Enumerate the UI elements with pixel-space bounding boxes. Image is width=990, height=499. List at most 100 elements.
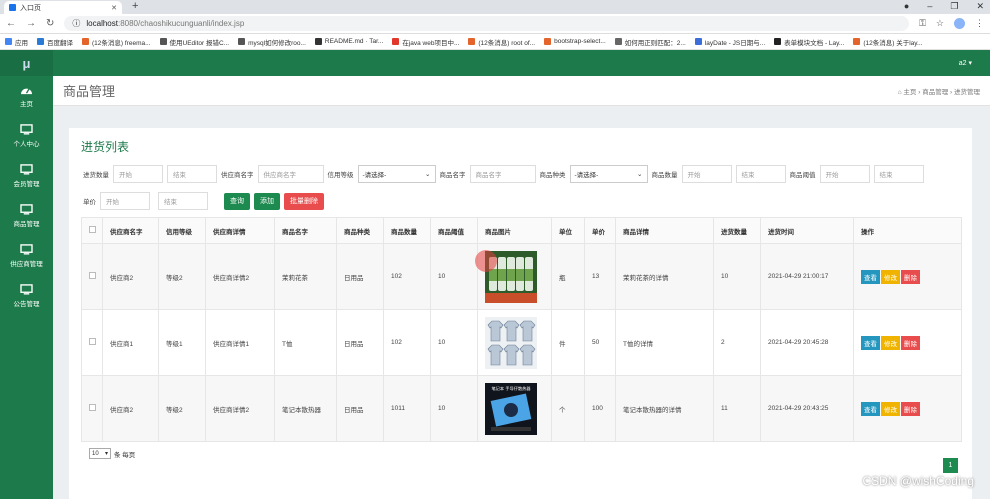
filter-input[interactable]: 结束: [167, 165, 217, 183]
product-image: 笔记本 手导仔散热器: [477, 375, 552, 442]
avatar[interactable]: [954, 18, 965, 29]
menu-icon[interactable]: ⋮: [975, 18, 984, 29]
batch-delete-button[interactable]: 批量删除: [284, 192, 324, 210]
view-button[interactable]: 查看: [861, 401, 880, 416]
sidebar-item-notices[interactable]: 公告管理: [0, 276, 53, 316]
filter-input[interactable]: 结束: [873, 165, 924, 183]
bookmark-item[interactable]: 使用UEditor 报错C...: [159, 37, 229, 47]
filter-input[interactable]: 开始: [819, 165, 870, 183]
cell-qty: 102: [383, 243, 431, 310]
cell-threshold: 10: [430, 309, 478, 376]
bookmark-icon: [392, 38, 400, 45]
tab-close-icon[interactable]: ✕: [111, 4, 117, 12]
row-checkbox[interactable]: [89, 272, 96, 279]
address-input[interactable]: ⓘ localhost:8080/chaoshikucunguanli/inde…: [64, 16, 910, 31]
row-checkbox[interactable]: [89, 404, 96, 411]
search-button[interactable]: 查询: [224, 192, 250, 210]
address-bar-row: ← → ↻ ⓘ localhost:8080/chaoshikucunguanl…: [0, 14, 990, 34]
filter-input[interactable]: 开始: [681, 165, 732, 183]
cursor-highlight: [475, 250, 497, 272]
forward-icon[interactable]: →: [26, 18, 36, 29]
price-end-input[interactable]: 结束: [158, 192, 208, 210]
page-size-select[interactable]: 10 ▾: [89, 448, 111, 459]
price-start-input[interactable]: 开始: [100, 192, 150, 210]
filter-input[interactable]: 结束: [735, 165, 786, 183]
filter-label: 商品数量: [651, 172, 678, 179]
bookmark-item[interactable]: README.md · Tar...: [314, 38, 384, 45]
reload-icon[interactable]: ↻: [46, 18, 54, 29]
info-icon[interactable]: ⓘ: [72, 18, 80, 29]
sidebar-item-home[interactable]: 主页: [0, 76, 53, 116]
bookmark-item[interactable]: 应用: [5, 37, 28, 47]
row-checkbox[interactable]: [89, 338, 96, 345]
delete-button[interactable]: 删除: [901, 401, 920, 416]
browser-tab[interactable]: 入口页 ✕: [4, 1, 122, 14]
filter-select[interactable]: -请选择- ⌄: [357, 165, 436, 183]
cell-supplier: 供应商1: [102, 309, 159, 376]
close-window-icon[interactable]: ✕: [976, 1, 984, 12]
filter-label: 商品阈值: [789, 172, 816, 179]
bookmark-item[interactable]: bootstrap-select...: [544, 38, 606, 45]
sidebar-item-profile[interactable]: 个人中心: [0, 116, 53, 156]
column-header: 商品图片: [477, 217, 552, 244]
sidebar-item-label: 供应商管理: [10, 261, 43, 268]
cell-threshold: 10: [430, 243, 478, 310]
product-image: [477, 309, 552, 376]
page-number-button[interactable]: 1: [943, 458, 958, 473]
bookmark-item[interactable]: (12条消息) 关于lay...: [853, 37, 922, 47]
bookmark-item[interactable]: mysql如何修改roo...: [238, 37, 306, 47]
bookmark-label: (12条消息) freema...: [92, 39, 151, 47]
edit-button[interactable]: 修改: [881, 335, 900, 350]
cell-unit: 件: [551, 309, 585, 376]
bookmark-label: 百度翻译: [47, 39, 73, 47]
view-button[interactable]: 查看: [861, 335, 880, 350]
star-icon[interactable]: ☆: [936, 18, 944, 29]
back-icon[interactable]: ←: [6, 18, 16, 29]
maximize-icon[interactable]: ❐: [950, 1, 958, 12]
column-header: 进货数量: [713, 217, 761, 244]
chevron-down-icon: ⌄: [637, 171, 643, 178]
bookmark-label: README.md · Tar...: [324, 38, 384, 45]
bookmark-icon: [694, 38, 702, 45]
filter-input[interactable]: 开始: [113, 165, 163, 183]
bookmark-item[interactable]: (12条消息) root of...: [468, 37, 535, 47]
filter-input[interactable]: 商品名字: [469, 165, 536, 183]
key-icon[interactable]: ⚿: [919, 18, 926, 29]
bookmark-item[interactable]: layDate - JS日期与...: [694, 37, 765, 47]
filter-select[interactable]: -请选择- ⌄: [569, 165, 648, 183]
sidebar-item-members[interactable]: 会员管理: [0, 156, 53, 196]
cell-in_qty: 10: [713, 243, 761, 310]
cell-pdetail: T恤的详情: [615, 309, 714, 376]
sidebar-item-suppliers[interactable]: 供应商管理: [0, 236, 53, 276]
filter-label: 进货数量: [83, 172, 109, 179]
filter-input[interactable]: 供应商名字: [257, 165, 324, 183]
edit-button[interactable]: 修改: [881, 269, 900, 284]
cell-threshold: 10: [430, 375, 478, 442]
edit-button[interactable]: 修改: [881, 401, 900, 416]
sidebar-item-label: 个人中心: [13, 141, 40, 148]
select-all-checkbox[interactable]: [89, 226, 96, 233]
cell-time: 2021-04-29 20:45:28: [760, 309, 854, 376]
bookmark-label: 应用: [15, 39, 28, 47]
minimize-icon[interactable]: –: [927, 1, 932, 12]
bookmark-item[interactable]: 在java web项目中...: [392, 37, 459, 47]
bookmark-item[interactable]: 如何用正则匹配：2...: [614, 37, 686, 47]
row-actions: 查看 修改 删除: [853, 243, 962, 310]
bookmark-item[interactable]: (12条消息) freema...: [82, 37, 151, 47]
bookmark-item[interactable]: 百度翻译: [37, 37, 73, 47]
delete-button[interactable]: 删除: [901, 335, 920, 350]
profile-icon[interactable]: ●: [904, 1, 909, 12]
delete-button[interactable]: 删除: [901, 269, 920, 284]
svg-text:笔记本 手导仔散热器: 笔记本 手导仔散热器: [491, 385, 531, 392]
filter-label: 供应商名字: [221, 172, 254, 179]
add-button[interactable]: 添加: [254, 192, 280, 210]
bookmark-icon: [5, 38, 12, 45]
sidebar-item-products[interactable]: 商品管理: [0, 196, 53, 236]
bookmark-label: bootstrap-select...: [554, 38, 606, 45]
bookmark-item[interactable]: 表单模块文档 - Lay...: [774, 37, 844, 47]
new-tab-button[interactable]: +: [132, 0, 138, 12]
view-button[interactable]: 查看: [861, 269, 880, 284]
column-header: 商品数量: [383, 217, 431, 244]
cell-kind: 日用品: [336, 375, 384, 442]
user-menu[interactable]: a2 ▾: [959, 59, 972, 67]
